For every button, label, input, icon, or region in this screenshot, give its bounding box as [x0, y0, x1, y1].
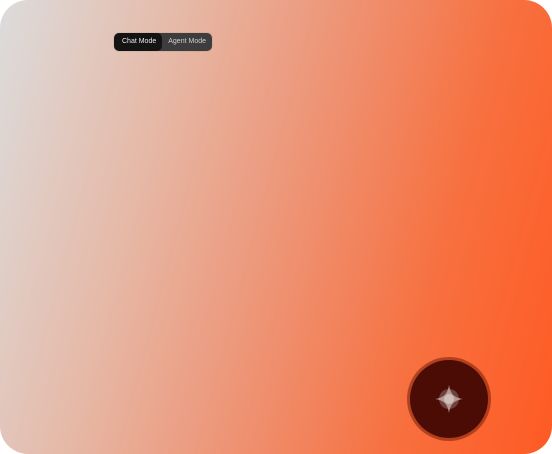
mode-toggle: Chat Mode Agent Mode — [114, 33, 212, 51]
assistant-fab-button[interactable] — [410, 360, 488, 438]
app-window: Chat Mode Agent Mode — [0, 0, 552, 454]
agent-mode-button[interactable]: Agent Mode — [162, 33, 212, 51]
chat-mode-button[interactable]: Chat Mode — [114, 33, 163, 51]
sparkle-icon — [435, 385, 463, 413]
